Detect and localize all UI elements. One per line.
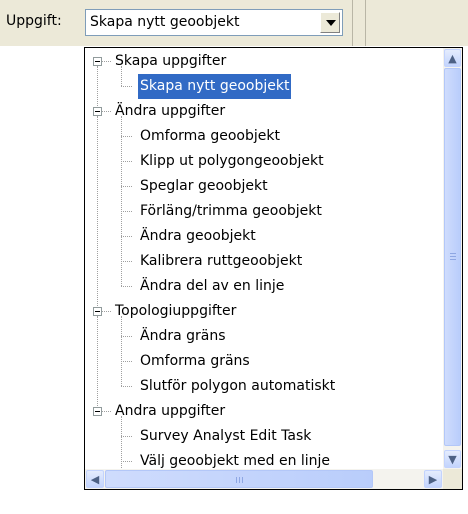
tree-item[interactable]: Skapa nytt geoobjekt bbox=[138, 74, 292, 99]
left-arrow-icon[interactable]: ◀ bbox=[86, 470, 104, 488]
tree-group-label[interactable]: Topologiuppgifter bbox=[115, 299, 236, 324]
tree-group-label[interactable]: Andra uppgifter bbox=[115, 399, 225, 424]
grip-line bbox=[239, 477, 240, 483]
tree-connector bbox=[102, 111, 111, 112]
task-tree: Skapa uppgifter Skapa nytt geoobjekt Ändra… bbox=[85, 48, 443, 469]
tree-item[interactable]: Ändra del av en linje bbox=[140, 274, 284, 299]
collapse-icon[interactable] bbox=[93, 57, 102, 66]
tree-group-label[interactable]: Skapa uppgifter bbox=[115, 49, 226, 74]
task-dropdown-list: Skapa uppgifter Skapa nytt geoobjekt Ändra… bbox=[84, 47, 463, 490]
tree-connector bbox=[121, 461, 132, 462]
tree-connector bbox=[121, 386, 132, 387]
grip-line bbox=[236, 477, 237, 483]
tree-connector bbox=[121, 286, 132, 287]
down-arrow-icon[interactable]: ▼ bbox=[444, 450, 461, 468]
tree-item[interactable]: Ändra geoobjekt bbox=[140, 224, 256, 249]
chevron-down-icon[interactable] bbox=[320, 12, 340, 33]
collapse-icon[interactable] bbox=[93, 107, 102, 116]
tree-connector bbox=[102, 311, 111, 312]
up-arrow-icon[interactable]: ▲ bbox=[444, 49, 461, 67]
tree-connector bbox=[121, 416, 122, 469]
scrollbar-corner bbox=[443, 469, 462, 489]
tree-item[interactable]: Klipp ut polygongeoobjekt bbox=[140, 149, 324, 174]
tree-connector bbox=[121, 316, 122, 386]
editor-toolbar: Uppgift: Skapa nytt geoobjekt bbox=[0, 0, 468, 46]
tree-item[interactable]: Förläng/trimma geoobjekt bbox=[140, 199, 322, 224]
grip-line bbox=[450, 256, 456, 257]
grip-line bbox=[450, 259, 456, 260]
task-label: Uppgift: bbox=[6, 13, 62, 29]
toolbar-separator bbox=[365, 0, 366, 46]
tree-connector bbox=[121, 186, 132, 187]
tree-item[interactable]: Survey Analyst Edit Task bbox=[140, 424, 311, 449]
grip-line bbox=[450, 253, 456, 254]
grip-line bbox=[242, 477, 243, 483]
tree-connector bbox=[121, 361, 132, 362]
tree-connector bbox=[121, 336, 132, 337]
vertical-scroll-thumb[interactable] bbox=[444, 68, 461, 446]
tree-item[interactable]: Speglar geoobjekt bbox=[140, 174, 268, 199]
collapse-icon[interactable] bbox=[93, 407, 102, 416]
tree-connector bbox=[121, 236, 132, 237]
tree-connector bbox=[97, 66, 98, 106]
toolbar-separator bbox=[352, 0, 353, 46]
tree-connector bbox=[121, 211, 132, 212]
tree-connector bbox=[97, 116, 98, 306]
vertical-scrollbar[interactable]: ▲ ▼ bbox=[443, 48, 462, 469]
tree-connector bbox=[121, 261, 132, 262]
tree-connector bbox=[121, 116, 122, 286]
collapse-icon[interactable] bbox=[93, 307, 102, 316]
tree-connector bbox=[97, 316, 98, 406]
tree-item[interactable]: Ändra gräns bbox=[140, 324, 226, 349]
tree-connector bbox=[121, 136, 132, 137]
tree-item[interactable]: Kalibrera ruttgeoobjekt bbox=[140, 249, 302, 274]
tree-connector bbox=[121, 436, 132, 437]
tree-group-label[interactable]: Ändra uppgifter bbox=[115, 99, 225, 124]
tree-connector bbox=[102, 61, 111, 62]
tree-connector bbox=[102, 411, 111, 412]
task-combobox-value: Skapa nytt geoobjekt bbox=[90, 14, 240, 30]
right-arrow-icon[interactable]: ▶ bbox=[424, 470, 442, 488]
tree-connector bbox=[121, 161, 132, 162]
tree-item[interactable]: Omforma gräns bbox=[140, 349, 250, 374]
tree-item[interactable]: Omforma geoobjekt bbox=[140, 124, 280, 149]
tree-connector bbox=[121, 66, 122, 86]
tree-item[interactable]: Slutför polygon automatiskt bbox=[140, 374, 335, 399]
horizontal-scrollbar[interactable]: ◀ ▶ bbox=[85, 469, 443, 489]
task-combobox[interactable]: Skapa nytt geoobjekt bbox=[85, 9, 343, 36]
tree-item[interactable]: Välj geoobjekt med en linje bbox=[140, 449, 330, 469]
horizontal-scroll-thumb[interactable] bbox=[105, 470, 373, 488]
tree-connector bbox=[121, 86, 132, 87]
